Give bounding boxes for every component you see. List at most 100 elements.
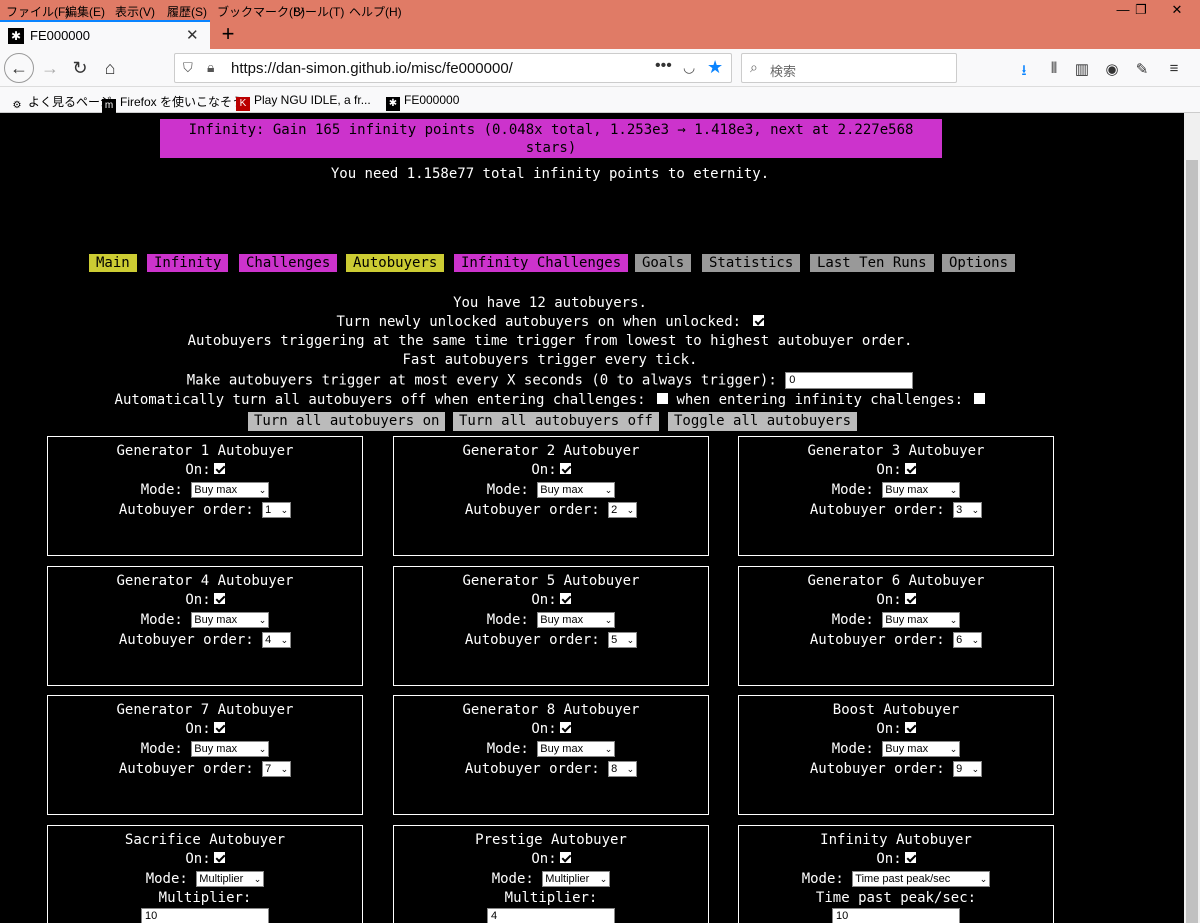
menu-tools[interactable]: ツール(T) <box>293 3 344 20</box>
infinity-banner[interactable]: Infinity: Gain 165 infinity points (0.04… <box>160 119 942 174</box>
mode-select[interactable]: Buy max ⌄ <box>191 612 270 628</box>
turn-all-on-button[interactable]: Turn all autobuyers on <box>248 412 446 431</box>
lock-icon[interactable]: 🔒︎ <box>207 59 214 76</box>
favicon-icon: ✱ <box>8 28 24 44</box>
bookmark-ngu[interactable]: K Play NGU IDLE, a fr... <box>236 93 371 111</box>
tab-challenges[interactable]: Challenges <box>239 254 338 272</box>
close-tab-icon[interactable]: ✕ <box>186 26 199 44</box>
mode-select[interactable]: Buy max ⌄ <box>537 741 616 757</box>
extension-icon[interactable]: ✎ <box>1132 60 1152 78</box>
tab-goals[interactable]: Goals <box>635 254 692 272</box>
bookmark-fe000000[interactable]: ✱ FE000000 <box>386 93 459 111</box>
on-checkbox[interactable] <box>213 593 225 604</box>
account-icon[interactable]: ◉ <box>1102 60 1122 78</box>
download-icon[interactable]: ⭳ <box>1014 60 1034 85</box>
chevron-down-icon: ⌄ <box>280 635 289 645</box>
auto-off-challenges-checkbox[interactable] <box>657 393 668 404</box>
turn-on-unlocked-checkbox[interactable] <box>752 315 764 326</box>
auto-off-ic-checkbox[interactable] <box>974 393 986 404</box>
address-bar[interactable]: ⛉ 🔒︎ https://dan-simon.github.io/misc/fe… <box>174 53 732 83</box>
sidebar-icon[interactable]: ▥ <box>1072 60 1092 78</box>
menu-help[interactable]: ヘルプ(H) <box>349 3 402 20</box>
bookmark-star-icon[interactable]: ★ <box>707 57 723 78</box>
bookmark-firefox[interactable]: m Firefox を使いこなそう <box>102 93 244 113</box>
on-checkbox[interactable] <box>559 463 571 474</box>
on-checkbox[interactable] <box>559 593 571 604</box>
menu-file[interactable]: ファイル(F) <box>6 3 69 20</box>
library-icon[interactable]: ⫴ <box>1044 60 1064 77</box>
on-checkbox[interactable] <box>904 852 916 863</box>
on-checkbox[interactable] <box>213 722 225 733</box>
toggle-all-button[interactable]: Toggle all autobuyers <box>668 412 858 431</box>
tab-infinity-challenges[interactable]: Infinity Challenges <box>454 254 629 272</box>
close-window-button[interactable]: ✕ <box>1154 0 1200 20</box>
tab-options[interactable]: Options <box>942 254 1016 272</box>
bookmark-most-visited[interactable]: ⚙ よく見るページ <box>10 93 112 113</box>
mode-select[interactable]: Time past peak/sec ⌄ <box>852 871 991 887</box>
menu-edit[interactable]: 編集(E) <box>65 3 105 20</box>
order-select[interactable]: 7 ⌄ <box>262 761 292 777</box>
on-checkbox[interactable] <box>904 463 916 474</box>
new-tab-button[interactable]: + <box>216 21 240 47</box>
mode-row: Mode: Multiplier ⌄ <box>394 871 708 887</box>
mode-select[interactable]: Multiplier ⌄ <box>542 871 611 887</box>
home-button[interactable]: ⌂ <box>96 55 124 81</box>
forward-button[interactable]: → <box>36 55 64 81</box>
multiplier-input[interactable]: 4 <box>487 908 615 923</box>
autobuyer-title: Sacrifice Autobuyer <box>124 832 286 848</box>
mode-select[interactable]: Buy max ⌄ <box>882 741 961 757</box>
order-select[interactable]: 5 ⌄ <box>608 632 638 648</box>
tab-main[interactable]: Main <box>89 254 137 272</box>
tab-autobuyers[interactable]: Autobuyers <box>346 254 445 272</box>
url-text[interactable]: https://dan-simon.github.io/misc/fe00000… <box>231 60 513 77</box>
order-select[interactable]: 4 ⌄ <box>262 632 292 648</box>
tab-title: FE000000 <box>30 28 90 43</box>
mode-select[interactable]: Buy max ⌄ <box>537 482 616 498</box>
page-actions-icon[interactable]: ••• <box>655 57 672 75</box>
on-label: On: <box>185 592 211 608</box>
multiplier-input[interactable]: 10 <box>141 908 269 923</box>
order-select[interactable]: 3 ⌄ <box>953 502 983 518</box>
mode-select[interactable]: Multiplier ⌄ <box>196 871 265 887</box>
chevron-down-icon: ⌄ <box>971 764 980 774</box>
overflow-menu-icon[interactable]: ≡ <box>1164 60 1184 77</box>
menu-view[interactable]: 表示(V) <box>115 3 155 20</box>
chevron-down-icon: ⌄ <box>604 744 613 754</box>
autobuyer-card: Generator 5 Autobuyer On: Mode: Buy max ⌄… <box>393 566 709 686</box>
on-checkbox[interactable] <box>559 852 571 863</box>
time-past-peak-input[interactable]: 10 <box>832 908 960 923</box>
shield-icon[interactable]: ⛉ <box>183 60 193 76</box>
tab-last-ten-runs[interactable]: Last Ten Runs <box>810 254 934 272</box>
on-label: On: <box>185 462 211 478</box>
turn-all-off-button[interactable]: Turn all autobuyers off <box>453 412 659 431</box>
search-bar[interactable]: ⌕ 検索 <box>741 53 957 83</box>
menu-bookmarks[interactable]: ブックマーク(B) <box>217 3 305 20</box>
order-select[interactable]: 8 ⌄ <box>608 761 638 777</box>
menu-history[interactable]: 履歴(S) <box>167 3 207 20</box>
order-select[interactable]: 2 ⌄ <box>608 502 638 518</box>
mode-select[interactable]: Buy max ⌄ <box>882 612 961 628</box>
order-row: Autobuyer order: 3 ⌄ <box>739 502 1053 518</box>
on-checkbox[interactable] <box>904 593 916 604</box>
mode-select[interactable]: Buy max ⌄ <box>191 482 270 498</box>
order-select[interactable]: 1 ⌄ <box>262 502 292 518</box>
on-checkbox[interactable] <box>213 852 225 863</box>
interval-input[interactable]: 0 <box>785 372 914 389</box>
tab-infinity[interactable]: Infinity <box>147 254 229 272</box>
order-select[interactable]: 9 ⌄ <box>953 761 983 777</box>
autobuyer-title: Generator 5 Autobuyer <box>462 573 640 589</box>
mode-select[interactable]: Buy max ⌄ <box>882 482 961 498</box>
pocket-icon[interactable]: ◡ <box>683 59 695 76</box>
mode-value: Buy max <box>194 614 238 626</box>
on-checkbox[interactable] <box>213 463 225 474</box>
order-select[interactable]: 6 ⌄ <box>953 632 983 648</box>
mode-select[interactable]: Buy max ⌄ <box>191 741 270 757</box>
on-checkbox[interactable] <box>559 722 571 733</box>
reload-button[interactable]: ↻ <box>66 55 94 81</box>
scrollbar-thumb[interactable] <box>1186 160 1198 923</box>
browser-tab[interactable]: ✱ FE000000 ✕ <box>0 20 210 49</box>
back-button[interactable]: ← <box>4 53 34 83</box>
on-checkbox[interactable] <box>904 722 916 733</box>
tab-statistics[interactable]: Statistics <box>702 254 801 272</box>
mode-select[interactable]: Buy max ⌄ <box>537 612 616 628</box>
